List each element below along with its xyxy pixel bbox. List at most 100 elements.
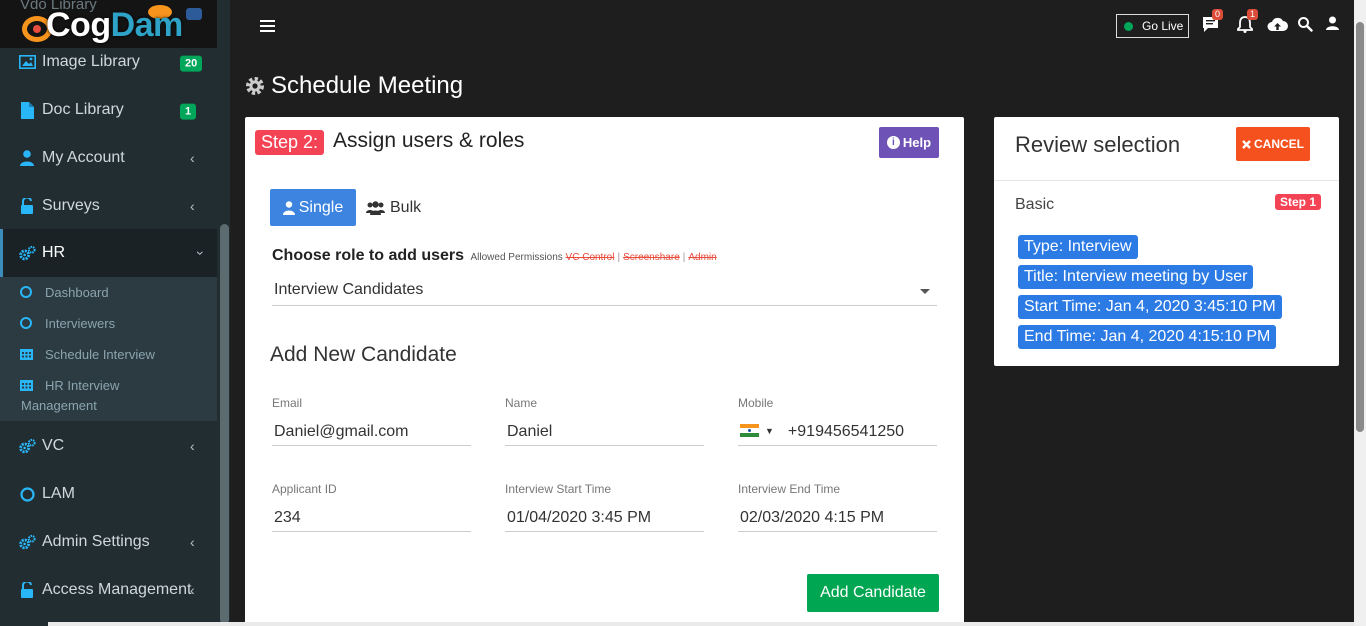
permission-admin: Admin bbox=[688, 252, 717, 263]
name-field: Name Daniel bbox=[505, 396, 704, 446]
add-candidate-button[interactable]: Add Candidate bbox=[807, 574, 939, 612]
cancel-label: CANCEL bbox=[1254, 137, 1304, 151]
permission-screenshare: Screenshare bbox=[623, 252, 680, 263]
cogs-icon bbox=[18, 244, 36, 262]
hr-submenu: Dashboard Interviewers Schedule Intervie… bbox=[0, 277, 217, 421]
allowed-permissions: Allowed Permissions VC Control | Screensha… bbox=[471, 252, 717, 263]
menu-icon[interactable] bbox=[260, 20, 275, 33]
name-input[interactable]: Daniel bbox=[505, 423, 704, 446]
role-select-value: Interview Candidates bbox=[274, 281, 424, 298]
chat-count-badge: 0 bbox=[1212, 9, 1224, 20]
sidebar-item-label: HR bbox=[42, 244, 66, 261]
count-badge: 20 bbox=[180, 55, 203, 72]
sidebar-item-my-account[interactable]: My Account ‹ bbox=[0, 134, 217, 182]
end-time-label: Interview End Time bbox=[738, 482, 841, 496]
submenu-label: Schedule Interview bbox=[45, 347, 155, 362]
end-time-input[interactable]: 02/03/2020 4:15 PM bbox=[738, 509, 937, 532]
search-icon[interactable] bbox=[1297, 16, 1315, 34]
unlock-icon bbox=[18, 581, 36, 599]
circle-icon bbox=[20, 285, 34, 299]
sidebar-scrollbar[interactable] bbox=[220, 224, 229, 624]
image-icon bbox=[18, 53, 36, 71]
sidebar-item-hr[interactable]: HR ‹ bbox=[0, 229, 217, 277]
sidebar-item-doc-library[interactable]: Doc Library 1 bbox=[0, 86, 217, 134]
page-scrollbar[interactable] bbox=[1354, 0, 1366, 626]
end-time-field: Interview End Time 02/03/2020 4:15 PM bbox=[738, 482, 937, 532]
submenu-label-line2: Management bbox=[21, 398, 97, 413]
go-live-button[interactable]: Go Live bbox=[1116, 14, 1189, 38]
permission-separator: | bbox=[617, 252, 621, 263]
user-icon bbox=[18, 149, 36, 167]
applicant-id-field: Applicant ID 234 bbox=[272, 482, 471, 532]
bell-icon[interactable]: 1 bbox=[1237, 9, 1259, 34]
sidebar-item-vc[interactable]: VC ‹ bbox=[0, 422, 217, 470]
section-title: Add New Candidate bbox=[270, 343, 457, 366]
sidebar-item-label: Image Library bbox=[42, 53, 140, 70]
calendar-icon bbox=[20, 378, 34, 392]
help-button[interactable]: i Help bbox=[879, 127, 939, 158]
file-icon bbox=[18, 101, 36, 119]
sidebar-item-image-library[interactable]: Image Library 20 bbox=[0, 38, 217, 86]
sidebar-item-surveys[interactable]: Surveys ‹ bbox=[0, 182, 217, 230]
cogs-icon bbox=[18, 437, 36, 455]
review-title: Review selection bbox=[1015, 132, 1181, 157]
chevron-down-icon: ‹ bbox=[190, 250, 207, 256]
page-scrollbar-thumb[interactable] bbox=[1356, 22, 1364, 432]
notification-count-badge: 1 bbox=[1247, 9, 1259, 20]
mobile-input[interactable]: ▼ +919456541250 bbox=[738, 423, 937, 446]
start-time-field: Interview Start Time 01/04/2020 3:45 PM bbox=[505, 482, 704, 532]
sidebar-item-admin-settings[interactable]: Admin Settings ‹ bbox=[0, 518, 217, 566]
tab-single-label: Single bbox=[298, 198, 344, 216]
tab-single[interactable]: Single bbox=[270, 189, 356, 226]
sidebar: Vdo Library CogDam Image Library 20 Doc … bbox=[0, 0, 230, 626]
sidebar-item-lam[interactable]: LAM bbox=[0, 470, 217, 518]
email-label: Email bbox=[272, 396, 303, 410]
gear-icon bbox=[244, 75, 266, 97]
flag-india-icon[interactable] bbox=[740, 424, 759, 438]
start-time-input[interactable]: 01/04/2020 3:45 PM bbox=[505, 509, 704, 532]
submenu-label: Dashboard bbox=[45, 285, 109, 300]
chevron-left-icon: ‹ bbox=[190, 534, 195, 550]
cancel-button[interactable]: CANCEL bbox=[1236, 127, 1310, 161]
submenu-item-hr-interview-management[interactable]: HR Interview Management bbox=[0, 378, 217, 418]
cloud-upload-icon[interactable] bbox=[1267, 16, 1288, 34]
users-icon bbox=[366, 200, 385, 215]
country-caret-icon[interactable]: ▼ bbox=[765, 426, 774, 436]
tab-bulk[interactable]: Bulk bbox=[366, 189, 421, 226]
chevron-left-icon: ‹ bbox=[190, 582, 195, 598]
panel-title: Assign users & roles bbox=[333, 129, 525, 152]
cogs-icon bbox=[18, 533, 36, 551]
page-title-text: Schedule Meeting bbox=[271, 72, 464, 99]
top-navbar: Go Live 0 1 bbox=[230, 0, 1354, 50]
chevron-left-icon: ‹ bbox=[190, 150, 195, 166]
user-icon[interactable] bbox=[1325, 16, 1343, 34]
review-title-pill: Title: Interview meeting by User bbox=[1018, 265, 1254, 289]
role-heading-text: Choose role to add users bbox=[272, 247, 465, 264]
applicant-id-label: Applicant ID bbox=[272, 482, 337, 496]
chat-icon[interactable]: 0 bbox=[1202, 9, 1224, 34]
sidebar-item-label: Doc Library bbox=[42, 101, 124, 118]
times-icon bbox=[1242, 139, 1251, 149]
applicant-id-input[interactable]: 234 bbox=[272, 509, 471, 532]
circle-icon bbox=[18, 485, 36, 503]
sidebar-item-access-management[interactable]: Access Management ‹ bbox=[0, 566, 217, 614]
email-input[interactable]: Daniel@gmail.com bbox=[272, 423, 471, 446]
sidebar-item-label: Surveys bbox=[42, 197, 100, 214]
page-title: Schedule Meeting bbox=[244, 72, 463, 100]
review-basic-label: Basic bbox=[1015, 196, 1055, 213]
submenu-label: Interviewers bbox=[45, 316, 116, 331]
unlock-icon bbox=[18, 197, 36, 215]
chevron-left-icon: ‹ bbox=[190, 438, 195, 454]
assign-users-panel: Step 2: Assign users & roles i Help Sing… bbox=[245, 117, 964, 626]
allowed-permissions-label: Allowed Permissions bbox=[470, 252, 563, 263]
email-field: Email Daniel@gmail.com bbox=[272, 396, 471, 446]
caret-down-icon bbox=[920, 289, 930, 294]
tab-bulk-label: Bulk bbox=[390, 198, 422, 216]
sidebar-item-label: My Account bbox=[42, 149, 125, 166]
role-select[interactable]: Interview Candidates bbox=[272, 281, 937, 306]
info-icon: i bbox=[886, 136, 900, 149]
chevron-left-icon: ‹ bbox=[190, 198, 195, 214]
step-1-badge[interactable]: Step 1 bbox=[1275, 194, 1322, 210]
submenu-label: HR Interview bbox=[45, 378, 120, 393]
mobile-field: Mobile ▼ +919456541250 bbox=[738, 396, 937, 446]
